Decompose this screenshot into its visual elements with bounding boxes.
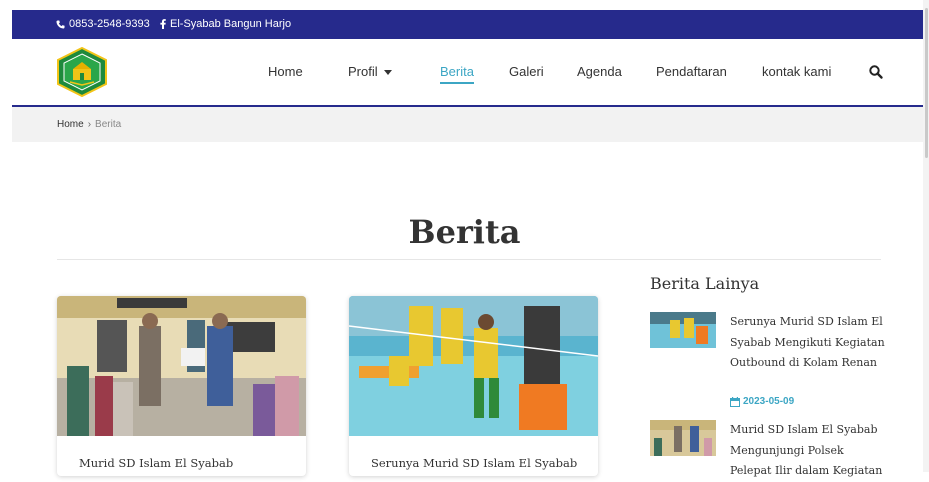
phone-number: 0853-2548-9393 xyxy=(69,18,150,30)
caret-down-icon xyxy=(383,70,392,76)
news-card[interactable]: Murid SD Islam El Syabab xyxy=(57,296,306,476)
sidebar-news-item[interactable]: Murid SD Islam El Syabab Mengunjungi Pol… xyxy=(650,420,890,477)
news-card-photo[interactable] xyxy=(349,296,598,436)
search-icon[interactable] xyxy=(868,64,884,80)
nav-profil[interactable]: Profil xyxy=(348,64,392,79)
nav-pendaftaran[interactable]: Pendaftaran xyxy=(656,64,727,79)
breadcrumb-home[interactable]: Home xyxy=(57,119,84,130)
news-card-title[interactable]: Murid SD Islam El Syabab xyxy=(79,456,233,470)
nav-kontak-kami[interactable]: kontak kami xyxy=(762,64,831,79)
nav-profil-label: Profil xyxy=(348,64,378,79)
sidebar-news-title[interactable]: Murid SD Islam El Syabab Mengunjungi Pol… xyxy=(730,420,888,482)
sidebar-heading: Berita Lainya xyxy=(650,274,760,293)
news-card-photo[interactable] xyxy=(57,296,306,436)
breadcrumb-separator: › xyxy=(87,119,92,130)
phone-icon xyxy=(56,19,65,29)
nav-agenda[interactable]: Agenda xyxy=(577,64,622,79)
contact-facebook[interactable]: El-Syabab Bangun Harjo xyxy=(160,18,291,30)
sidebar-news-thumbnail[interactable] xyxy=(650,312,716,348)
nav-berita[interactable]: Berita xyxy=(440,64,474,84)
sidebar-news-date-text: 2023-05-09 xyxy=(743,396,795,407)
nav-galeri[interactable]: Galeri xyxy=(509,64,544,79)
calendar-icon xyxy=(730,396,740,407)
main-navbar: Home Profil Berita Galeri Agenda Pendaft… xyxy=(12,39,923,107)
sidebar-news-date: 2023-05-09 xyxy=(730,396,794,407)
breadcrumb-current: Berita xyxy=(95,119,122,130)
facebook-icon xyxy=(160,19,166,29)
sidebar-news-thumbnail[interactable] xyxy=(650,420,716,456)
breadcrumb: Home › Berita xyxy=(12,107,923,142)
page-title: Berita xyxy=(408,213,521,251)
school-logo[interactable] xyxy=(56,47,108,97)
facebook-name: El-Syabab Bangun Harjo xyxy=(170,18,292,30)
contact-phone[interactable]: 0853-2548-9393 xyxy=(56,18,150,30)
sidebar-news-item[interactable]: Serunya Murid SD Islam El Syabab Mengiku… xyxy=(650,312,890,412)
news-card[interactable]: Serunya Murid SD Islam El Syabab xyxy=(349,296,598,476)
nav-home[interactable]: Home xyxy=(268,64,303,79)
scrollbar-thumb[interactable] xyxy=(925,8,928,158)
sidebar-news-title[interactable]: Serunya Murid SD Islam El Syabab Mengiku… xyxy=(730,312,888,374)
top-contact-bar: 0853-2548-9393 El-Syabab Bangun Harjo xyxy=(12,10,923,39)
title-divider xyxy=(57,259,881,260)
news-card-title[interactable]: Serunya Murid SD Islam El Syabab xyxy=(371,456,577,470)
